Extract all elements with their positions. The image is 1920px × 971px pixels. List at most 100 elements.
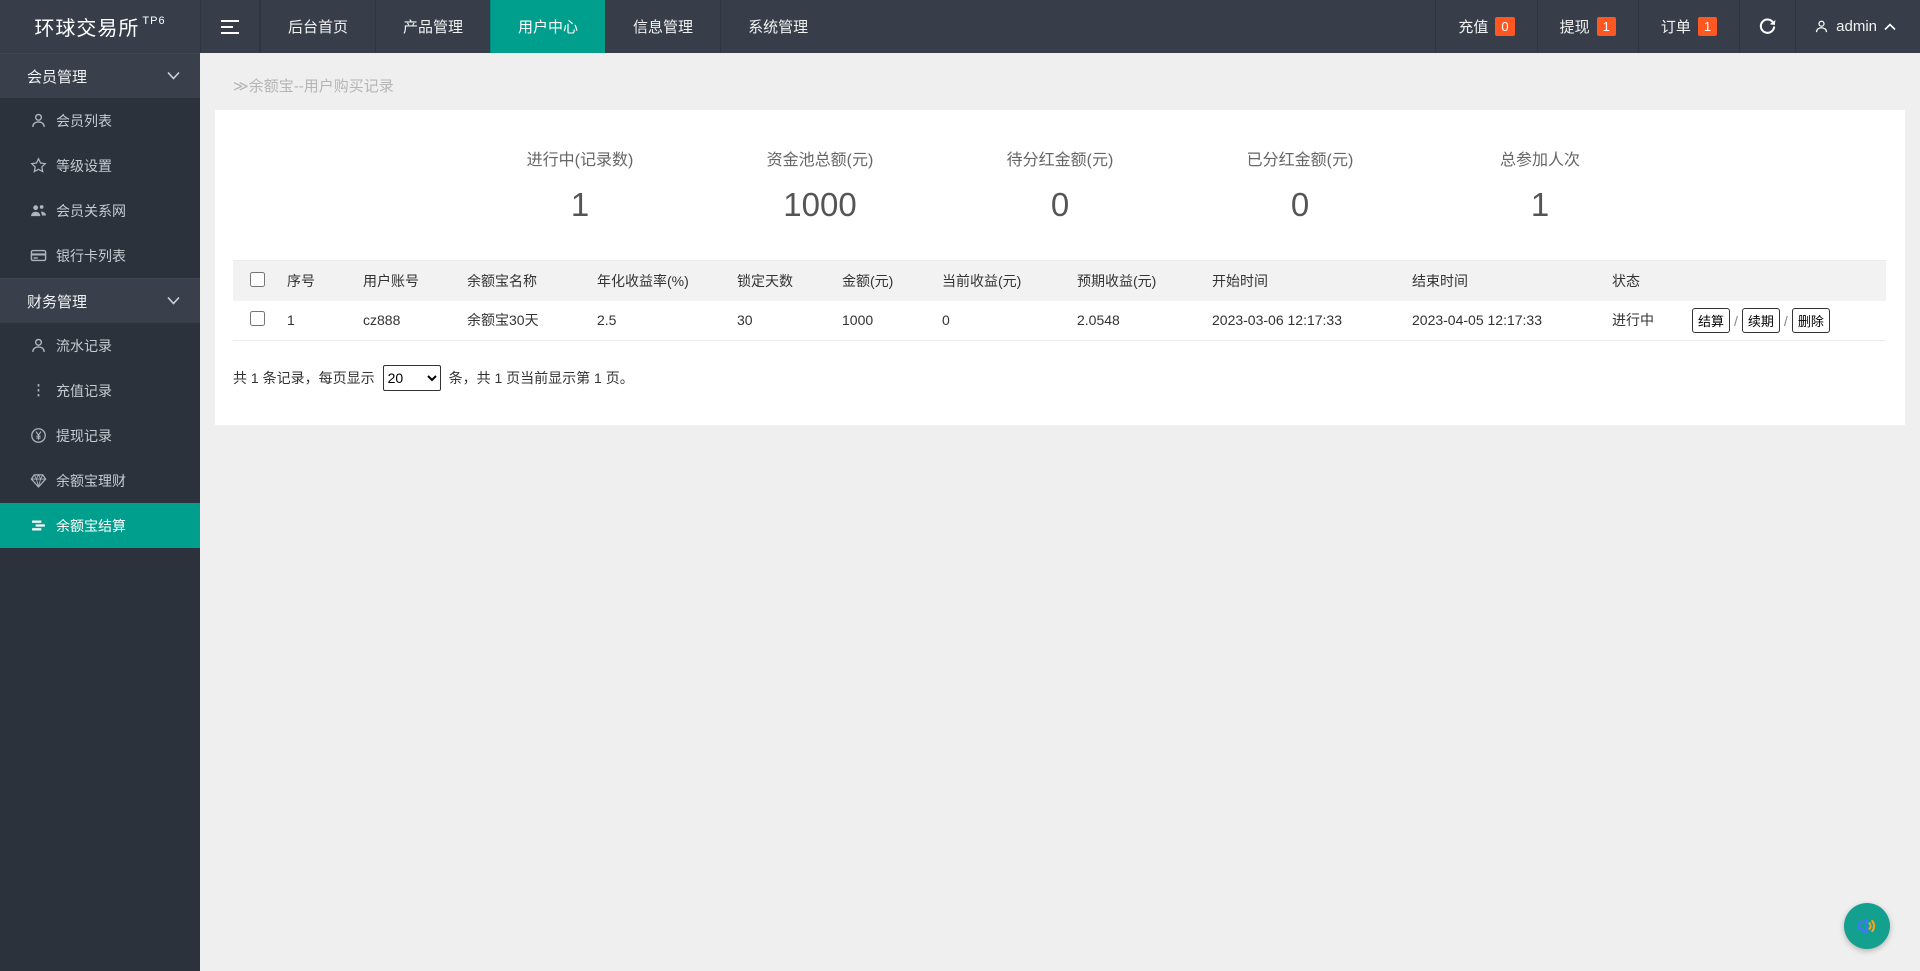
sidebar-item-level-settings[interactable]: 等级设置 [0,143,200,188]
sidebar-item-member-network[interactable]: 会员关系网 [0,188,200,233]
action-separator: / [1783,312,1788,329]
recharge-label: 充值 [1458,19,1489,36]
col-header-expected-profit: 预期收益(元) [1071,260,1206,301]
action-separator: / [1734,312,1738,329]
cell-end-time: 2023-04-05 12:17:33 [1406,300,1606,341]
sidebar-item-label: 会员关系网 [56,202,126,219]
pagination-text-before: 共 1 条记录，每页显示 [233,370,375,386]
stat-label: 资金池总额(元) [766,152,874,169]
col-header-amount: 金额(元) [836,260,936,301]
sidebar-group-members[interactable]: 会员管理 [0,53,200,98]
stat-label: 待分红金额(元) [1006,152,1114,169]
sidebar-group-finance[interactable]: 财务管理 [0,278,200,323]
sidebar-item-label: 提现记录 [56,427,112,444]
chevron-down-icon [167,296,180,305]
per-page-select[interactable]: 20 [382,365,441,391]
nav-item-information[interactable]: 信息管理 [605,0,720,53]
cell-start-time: 2023-03-06 12:17:33 [1206,300,1406,341]
sidebar-item-yuebao-settlement[interactable]: 余额宝结算 [0,503,200,548]
sound-toggle-button[interactable] [1844,903,1890,949]
withdraw-label: 提现 [1559,19,1590,36]
nav-item-dashboard[interactable]: 后台首页 [260,0,375,53]
table-row: 1 cz888 余额宝30天 2.5 30 1000 0 2.0548 2023… [233,300,1886,341]
chevron-up-icon [1884,22,1896,30]
select-all-checkbox[interactable] [249,271,265,287]
nav-item-system[interactable]: 系统管理 [720,0,835,53]
gem-icon [30,473,47,488]
stat-label: 总参加人次 [1499,152,1580,169]
sidebar-item-label: 余额宝理财 [56,472,126,489]
stat-value: 0 [1290,186,1310,223]
withdraw-count-badge: 1 [1596,17,1616,36]
list-icon [32,520,45,531]
delete-button[interactable]: 删除 [1791,307,1830,333]
content-card: 进行中(记录数) 1 资金池总额(元) 1000 待分红金额(元) 0 已分红金… [215,110,1905,425]
stat-value: 1000 [783,186,857,223]
records-table: 序号 用户账号 余额宝名称 年化收益率(%) 锁定天数 金额(元) 当前收益(元… [233,260,1886,341]
cell-account: cz888 [357,300,461,341]
sidebar-item-bank-cards[interactable]: 银行卡列表 [0,233,200,278]
sidebar: 会员管理 会员列表 等级设置 会员关系网 银行卡列表 财务管理 流水记录 充值记… [0,53,200,971]
refresh-icon [1759,18,1776,34]
order-label: 订单 [1660,19,1691,36]
col-header-actions [1686,260,1886,301]
sidebar-toggle-button[interactable] [200,0,260,53]
username: admin [1836,18,1877,35]
stats-row: 进行中(记录数) 1 资金池总额(元) 1000 待分红金额(元) 0 已分红金… [460,110,1660,224]
order-link[interactable]: 订单 1 [1637,0,1739,53]
users-icon [31,205,46,217]
refresh-button[interactable] [1739,0,1795,53]
sidebar-item-member-list[interactable]: 会员列表 [0,98,200,143]
app-logo: 环球交易所 TP6 [0,0,200,53]
nav-item-user-center[interactable]: 用户中心 [490,0,606,53]
recharge-link[interactable]: 充值 0 [1435,0,1536,53]
col-header-current-profit: 当前收益(元) [936,260,1071,301]
stat-value: 1 [570,186,590,223]
bank-card-icon [30,249,47,262]
nav-item-products[interactable]: 产品管理 [375,0,490,53]
sidebar-group-label: 财务管理 [27,293,88,311]
recharge-count-badge: 0 [1495,17,1515,36]
dots-icon [37,384,40,397]
stat-label: 已分红金额(元) [1246,152,1354,169]
sidebar-item-recharge-records[interactable]: 充值记录 [0,368,200,413]
user-menu[interactable]: admin [1795,0,1920,53]
cell-actions: 结算 / 续期 / 删除 [1686,300,1886,341]
col-header-end-time: 结束时间 [1406,260,1606,301]
pagination: 共 1 条记录，每页显示 20 条，共 1 页当前显示第 1 页。 [233,365,1905,391]
cell-status: 进行中 [1606,300,1686,341]
withdraw-link[interactable]: 提现 1 [1536,0,1638,53]
table-header-row: 序号 用户账号 余额宝名称 年化收益率(%) 锁定天数 金额(元) 当前收益(元… [233,260,1886,301]
sidebar-item-yuebao-finance[interactable]: 余额宝理财 [0,458,200,503]
pagination-text-after: 条，共 1 页当前显示第 1 页。 [448,370,634,386]
user-icon [32,113,45,127]
col-header-lock-days: 锁定天数 [731,260,836,301]
sidebar-item-label: 银行卡列表 [56,247,126,264]
col-header-account: 用户账号 [357,260,461,301]
topbar-right: 充值 0 提现 1 订单 1 admin [1435,0,1920,53]
cell-product-name: 余额宝30天 [461,300,591,341]
renew-button[interactable]: 续期 [1741,307,1780,333]
breadcrumb: ≫余额宝--用户购买记录 [233,78,394,95]
cell-lock-days: 30 [731,300,836,341]
cell-amount: 1000 [836,300,936,341]
app-logo-version: TP6 [142,14,166,27]
stat-total-participants: 总参加人次 1 [1420,146,1660,224]
row-checkbox[interactable] [249,311,265,327]
stat-label: 进行中(记录数) [526,152,634,169]
sidebar-item-withdraw-records[interactable]: 提现记录 [0,413,200,458]
settle-button[interactable]: 结算 [1692,307,1731,333]
user-icon [32,338,45,352]
sidebar-item-flow-records[interactable]: 流水记录 [0,323,200,368]
stat-pool-total: 资金池总额(元) 1000 [700,146,940,224]
order-count-badge: 1 [1697,17,1718,36]
sidebar-item-label: 充值记录 [56,382,112,399]
col-header-annual-rate: 年化收益率(%) [591,260,731,301]
cell-index: 1 [281,300,357,341]
sidebar-group-label: 会员管理 [27,68,88,86]
stat-paid-dividend: 已分红金额(元) 0 [1180,146,1420,224]
cell-current-profit: 0 [936,300,1071,341]
user-icon [1816,20,1828,33]
cell-annual-rate: 2.5 [591,300,731,341]
speaker-icon [1858,918,1876,934]
